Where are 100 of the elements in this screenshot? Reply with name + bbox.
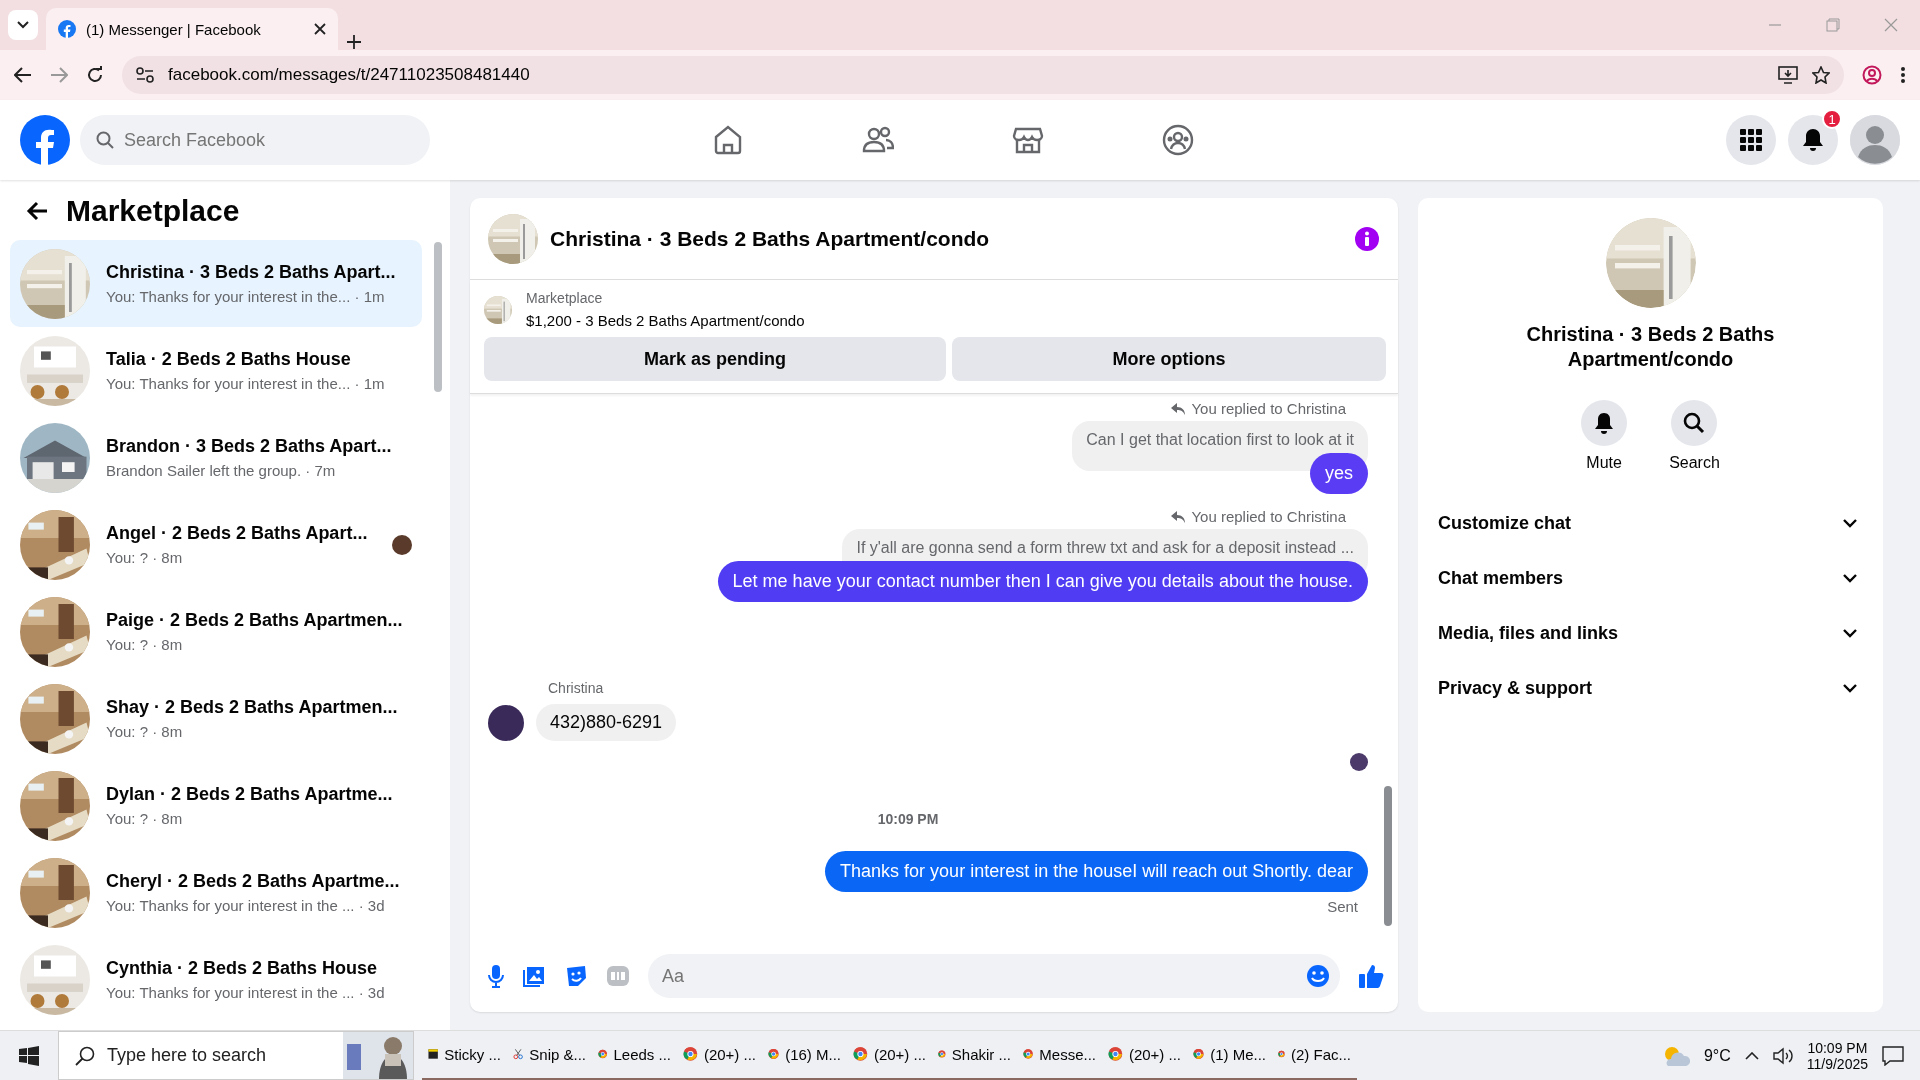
- conversation-title: Christina · 3 Beds 2 Baths Apartment/condo: [1525, 322, 1776, 372]
- reply-icon: [1171, 510, 1186, 523]
- conversation-name: Dylan · 2 Beds 2 Baths Apartme...: [106, 784, 394, 805]
- conversation-name: Talia · 2 Beds 2 Baths House: [106, 349, 352, 370]
- section-toggle[interactable]: Chat members: [1436, 551, 1865, 606]
- conversation-preview: You: ? · 8m: [106, 723, 184, 740]
- conversation-item[interactable]: Dylan · 2 Beds 2 Baths Apartme... You: ? · 8m: [10, 762, 422, 849]
- conversation-item[interactable]: Angel · 2 Beds 2 Baths Apart... You: ? · 8m: [10, 501, 422, 588]
- scrollbar[interactable]: [434, 242, 442, 392]
- reply-note: You replied to Christina: [1191, 400, 1346, 417]
- conversation-preview: You: ? · 8m: [106, 810, 184, 827]
- taskbar-app[interactable]: Leeds ...: [592, 1030, 677, 1080]
- section-toggle[interactable]: Privacy & support: [1436, 661, 1865, 716]
- microphone-icon[interactable]: [488, 964, 504, 988]
- image-icon[interactable]: [522, 964, 546, 988]
- facebook-icon: [58, 20, 76, 38]
- star-icon[interactable]: [1812, 66, 1830, 84]
- menu-icon[interactable]: [1900, 66, 1906, 84]
- tab-list-button[interactable]: [8, 10, 38, 40]
- thumbs-up-icon[interactable]: [1358, 963, 1384, 989]
- chevron-icon: [1843, 684, 1857, 693]
- info-icon[interactable]: [1354, 225, 1380, 252]
- bell-icon: [1594, 412, 1615, 434]
- clock-time: 10:09 PM: [1807, 1039, 1868, 1056]
- message-field[interactable]: Aa: [648, 954, 1340, 998]
- sticker-icon[interactable]: [564, 964, 588, 988]
- conversation-item[interactable]: Cynthia · 2 Beds 2 Baths House You: Thanks for your interest in the ... · 3d: [10, 936, 422, 1023]
- chat-title: Christina · 3 Beds 2 Baths Apartment/condo: [550, 226, 991, 251]
- plus-icon[interactable]: [346, 34, 362, 50]
- search-icon: [1683, 412, 1706, 434]
- search-icon: [96, 131, 114, 149]
- received-message: 432)880-6291: [536, 704, 677, 741]
- search-icon: [75, 1045, 95, 1066]
- conversation-preview: Brandon Sailer left the group. · 7m: [106, 462, 337, 479]
- section-toggle[interactable]: Customize chat: [1436, 496, 1865, 551]
- speaker-icon[interactable]: [1772, 1046, 1793, 1065]
- conversation-item[interactable]: Christina · 3 Beds 2 Baths Apart... You: Thanks for your interest in the... · 1m: [10, 240, 422, 327]
- sent-message: Let me have your contact number then I can give you details about the house.: [717, 561, 1368, 602]
- chevron-icon: [1843, 519, 1857, 528]
- apps-menu-button[interactable]: [1726, 115, 1776, 165]
- section-toggle[interactable]: Media, files and links: [1436, 606, 1865, 661]
- conversation-preview: You: ? · 8m: [106, 636, 184, 653]
- emoji-icon[interactable]: [1306, 964, 1330, 988]
- listing-label: Marketplace: [526, 290, 604, 306]
- notifications-icon[interactable]: [1882, 1045, 1904, 1066]
- site-settings-icon[interactable]: [136, 67, 154, 83]
- bell-icon: [1802, 128, 1824, 152]
- chevron-icon: [1843, 629, 1857, 638]
- more-options-button[interactable]: More options: [952, 337, 1386, 381]
- search-field[interactable]: Search Facebook: [80, 115, 430, 165]
- seen-avatar: [1350, 753, 1368, 771]
- sent-message: Thanks for your interest in the houseI will reach out Shortly. dear: [825, 851, 1368, 892]
- taskbar-search-bar[interactable]: Type here to search: [58, 1031, 414, 1080]
- account-avatar[interactable]: [1850, 115, 1900, 165]
- chevron-up-icon[interactable]: [1744, 1051, 1759, 1060]
- windows-icon: [19, 1045, 39, 1066]
- sender-avatar: [488, 704, 524, 741]
- conversation-preview: You: ? · 8m: [106, 549, 184, 566]
- taskbar-app[interactable]: (20+) ...: [847, 1030, 932, 1080]
- close-icon[interactable]: [314, 23, 326, 35]
- sidebar-title: Marketplace: [66, 194, 240, 228]
- message-status: Sent: [1327, 898, 1358, 915]
- scrollbar[interactable]: [1384, 786, 1392, 926]
- conversation-item[interactable]: Talia · 2 Beds 2 Baths House You: Thanks for your interest in the... · 1m: [10, 327, 422, 414]
- facebook-logo[interactable]: [20, 115, 70, 165]
- conversation-name: Brandon · 3 Beds 2 Baths Apart...: [106, 436, 393, 457]
- forward-icon[interactable]: [50, 67, 68, 83]
- url-text: facebook.com/messages/t/24711023508481440: [168, 65, 531, 85]
- back-arrow-icon[interactable]: [26, 201, 48, 221]
- taskbar-app[interactable]: Messe...: [1017, 1030, 1102, 1080]
- taskbar-app[interactable]: Shakir ...: [932, 1030, 1017, 1080]
- listing-title: $1,200 - 3 Beds 2 Baths Apartment/condo: [526, 312, 805, 329]
- address-bar[interactable]: facebook.com/messages/t/24711023508481440: [122, 56, 1844, 94]
- clock-date: 11/9/2025: [1806, 1055, 1868, 1072]
- conversation-item[interactable]: Brandon · 3 Beds 2 Baths Apart... Brandon Sailer left the group. · 7m: [10, 414, 422, 501]
- conversation-name: Cheryl · 2 Beds 2 Baths Apartme...: [106, 871, 401, 892]
- taskbar-app[interactable]: (20+) ...: [1102, 1030, 1187, 1080]
- mark-pending-button[interactable]: Mark as pending: [484, 337, 946, 381]
- install-icon[interactable]: [1778, 66, 1798, 84]
- chevron-icon: [1843, 574, 1857, 583]
- person-icon: [1850, 115, 1900, 165]
- taskbar-app[interactable]: Snip &...: [507, 1030, 592, 1080]
- reload-icon[interactable]: [86, 66, 104, 84]
- sender-name: Christina: [548, 680, 605, 696]
- conversation-item[interactable]: Shay · 2 Beds 2 Baths Apartmen... You: ? · 8m: [10, 675, 422, 762]
- taskbar-app[interactable]: Sticky ...: [422, 1030, 507, 1080]
- taskbar-app[interactable]: (1) Me...: [1187, 1030, 1272, 1080]
- conversation-item[interactable]: Cheryl · 2 Beds 2 Baths Apartme... You: Thanks for your interest in the ... · 3d: [10, 849, 422, 936]
- back-icon[interactable]: [14, 67, 32, 83]
- taskbar-app[interactable]: (20+) ...: [677, 1030, 762, 1080]
- notification-badge: 1: [1822, 109, 1842, 129]
- taskbar-app[interactable]: (16) M...: [762, 1030, 847, 1080]
- caret-icon: [17, 21, 29, 29]
- groups-icon[interactable]: [1161, 124, 1194, 156]
- taskbar-app[interactable]: (2) Fac...: [1272, 1030, 1357, 1080]
- browser-tab[interactable]: (1) Messenger | Facebook: [46, 8, 338, 50]
- tab-title: (1) Messenger | Facebook: [86, 20, 262, 38]
- conversation-item[interactable]: Paige · 2 Beds 2 Baths Apartmen... You: ? · 8m: [10, 588, 422, 675]
- profile-icon[interactable]: [1862, 65, 1882, 85]
- conversation-name: Christina · 3 Beds 2 Baths Apart...: [106, 262, 397, 283]
